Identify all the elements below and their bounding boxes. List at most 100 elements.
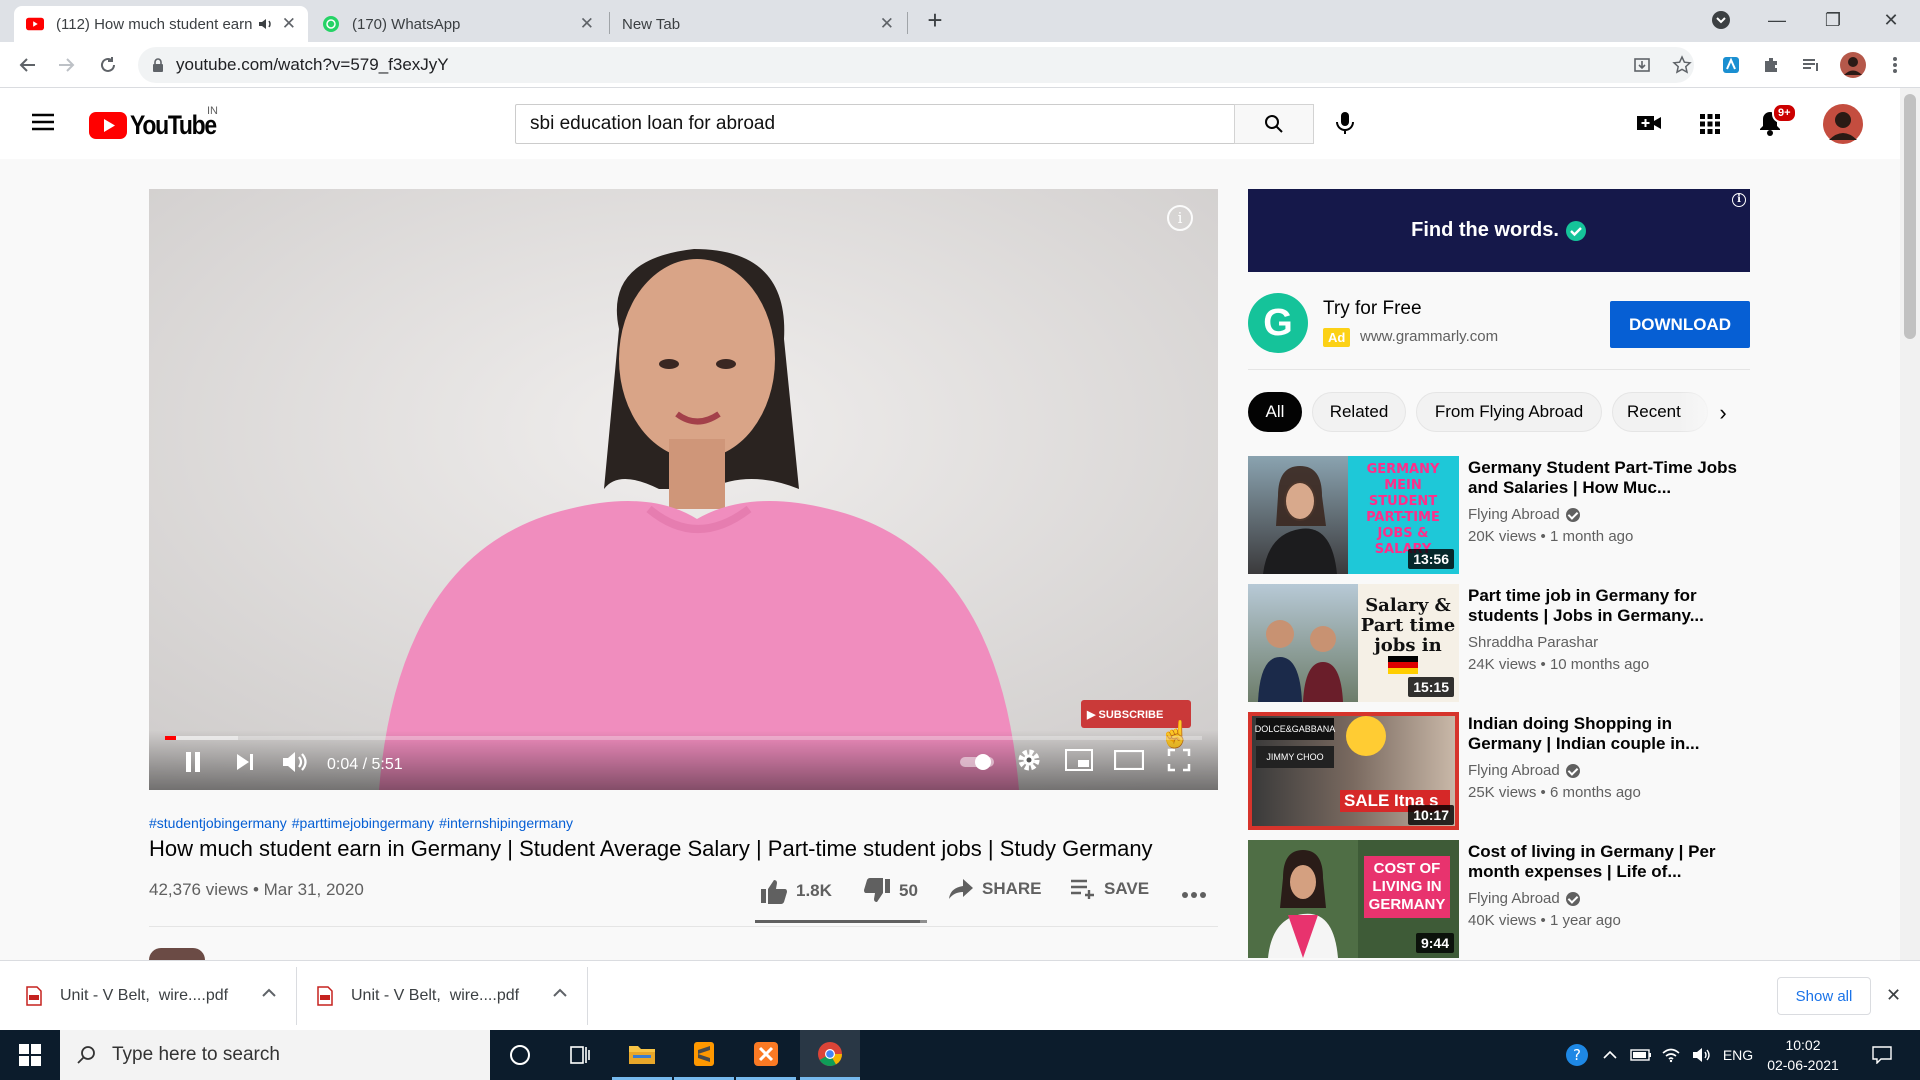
system-clock[interactable]: 10:02 02-06-2021: [1758, 1035, 1848, 1075]
chrome-icon: [818, 1041, 842, 1066]
media-queue-icon[interactable]: [1796, 50, 1826, 80]
download-item[interactable]: Unit - V Belt, wire....pdf: [317, 961, 587, 1031]
recommended-video[interactable]: GERMANY MEIN STUDENT PART-TIME JOBS & SA…: [1248, 456, 1750, 574]
sublime-text-button[interactable]: [674, 1030, 734, 1080]
close-tab-icon[interactable]: ✕: [880, 14, 894, 34]
ad-card[interactable]: G Try for Free Ad www.grammarly.com DOWN…: [1248, 288, 1750, 370]
settings-button[interactable]: [1011, 742, 1047, 778]
forward-arrow-icon[interactable]: [50, 49, 82, 81]
next-video-button[interactable]: [227, 744, 263, 780]
close-tab-icon[interactable]: ✕: [282, 14, 296, 34]
search-query-text: sbi education loan for abroad: [530, 113, 776, 134]
extensions-puzzle-icon[interactable]: [1756, 50, 1786, 80]
info-icon[interactable]: i: [1167, 205, 1193, 231]
download-item[interactable]: Unit - V Belt, wire....pdf: [26, 961, 296, 1031]
chips-next-chevron-icon[interactable]: ›: [1710, 400, 1736, 426]
extension-icon[interactable]: [1716, 50, 1746, 80]
channel-name[interactable]: Flying Abroad: [1468, 762, 1580, 779]
install-app-icon[interactable]: [1627, 50, 1657, 80]
pause-button[interactable]: [175, 744, 211, 780]
share-button[interactable]: SHARE: [948, 878, 1042, 900]
action-center-icon[interactable]: [1862, 1030, 1902, 1080]
more-actions-icon[interactable]: [1181, 886, 1207, 904]
progress-bar[interactable]: [165, 736, 1202, 740]
channel-name[interactable]: Shraddha Parashar: [1468, 634, 1598, 651]
lock-icon[interactable]: [152, 57, 164, 73]
help-icon[interactable]: ?: [1560, 1030, 1594, 1080]
download-options-chevron-icon[interactable]: [262, 985, 276, 1003]
volume-button[interactable]: [277, 744, 313, 780]
close-window-icon[interactable]: ✕: [1866, 4, 1916, 36]
tab-whatsapp[interactable]: (170) WhatsApp ✕: [310, 6, 606, 42]
profile-avatar[interactable]: [1838, 50, 1868, 80]
chip-all[interactable]: All: [1248, 392, 1302, 432]
audio-playing-icon[interactable]: [258, 17, 274, 31]
chrome-menu-icon[interactable]: [1880, 50, 1910, 80]
minimize-window-icon[interactable]: —: [1752, 4, 1802, 36]
close-downloads-shelf-icon[interactable]: ✕: [1886, 985, 1901, 1006]
tab-search-chevron-icon[interactable]: [1696, 4, 1746, 36]
channel-name[interactable]: Flying Abroad: [1468, 506, 1580, 523]
theater-mode-button[interactable]: [1111, 742, 1147, 778]
xampp-button[interactable]: [736, 1030, 796, 1080]
battery-icon[interactable]: [1626, 1030, 1656, 1080]
close-tab-icon[interactable]: ✕: [580, 14, 594, 34]
played-progress: [165, 736, 177, 740]
recommended-video[interactable]: Salary & Part time jobs in 15:15 Part ti…: [1248, 584, 1750, 702]
file-explorer-button[interactable]: [612, 1030, 672, 1080]
ad-domain: www.grammarly.com: [1360, 328, 1499, 345]
page-scrollbar[interactable]: [1900, 88, 1920, 960]
volume-tray-icon[interactable]: [1686, 1030, 1716, 1080]
chrome-button[interactable]: [800, 1030, 860, 1080]
ad-banner[interactable]: Find the words. i: [1248, 189, 1750, 272]
hashtag-link[interactable]: #studentjobingermany: [149, 815, 287, 831]
address-bar[interactable]: youtube.com/watch?v=579_f3exJyY: [138, 47, 1694, 83]
new-tab-plus-icon[interactable]: +: [910, 4, 960, 36]
video-thumbnail[interactable]: Salary & Part time jobs in 15:15: [1248, 584, 1459, 702]
video-thumbnail[interactable]: DOLCE&GABBANA JIMMY CHOO SALE Itna s 10:…: [1248, 712, 1459, 830]
hashtag-link[interactable]: #parttimejobingermany: [292, 815, 434, 831]
dislike-button[interactable]: 50: [863, 878, 918, 904]
show-all-downloads-button[interactable]: Show all: [1777, 977, 1871, 1015]
hashtag-link[interactable]: #internshipingermany: [439, 815, 573, 831]
search-input[interactable]: sbi education loan for abroad: [515, 104, 1235, 144]
task-view-button[interactable]: [550, 1030, 610, 1080]
video-thumbnail[interactable]: COST OF LIVING IN GERMANY 9:44: [1248, 840, 1459, 958]
video-thumbnail[interactable]: GERMANY MEIN STUDENT PART-TIME JOBS & SA…: [1248, 456, 1459, 574]
reload-icon[interactable]: [92, 49, 124, 81]
recommended-video[interactable]: DOLCE&GABBANA JIMMY CHOO SALE Itna s 10:…: [1248, 712, 1750, 830]
thumbnail-emoji: [1346, 716, 1386, 756]
cortana-button[interactable]: [490, 1030, 550, 1080]
search-button[interactable]: [1234, 104, 1314, 144]
input-language[interactable]: ENG: [1718, 1030, 1758, 1080]
bookmark-star-icon[interactable]: [1667, 50, 1697, 80]
miniplayer-button[interactable]: [1061, 742, 1097, 778]
wifi-icon[interactable]: [1656, 1030, 1686, 1080]
start-button[interactable]: [0, 1030, 60, 1080]
download-options-chevron-icon[interactable]: [553, 985, 567, 1003]
create-video-icon[interactable]: [1636, 113, 1662, 138]
tab-youtube[interactable]: (112) How much student earn ✕: [14, 6, 308, 42]
save-button[interactable]: SAVE: [1070, 878, 1149, 900]
fullscreen-button[interactable]: [1161, 742, 1197, 778]
channel-avatar[interactable]: [149, 948, 205, 960]
voice-search-mic-icon[interactable]: [1333, 110, 1357, 141]
like-button[interactable]: 1.8K: [760, 878, 832, 904]
show-hidden-icons-chevron-icon[interactable]: [1598, 1030, 1622, 1080]
recommended-video[interactable]: COST OF LIVING IN GERMANY 9:44 Cost of l…: [1248, 840, 1750, 958]
autoplay-toggle[interactable]: [957, 748, 997, 776]
ad-info-icon[interactable]: i: [1732, 193, 1746, 207]
video-player[interactable]: i ▶ SUBSCRIBE ☝ 0:04 / 5:51: [149, 189, 1218, 790]
back-arrow-icon[interactable]: [12, 49, 44, 81]
channel-name[interactable]: Flying Abroad: [1468, 890, 1580, 907]
apps-grid-icon[interactable]: [1699, 113, 1721, 140]
ad-download-button[interactable]: DOWNLOAD: [1610, 301, 1750, 348]
restore-window-icon[interactable]: ❐: [1808, 4, 1858, 36]
account-avatar[interactable]: [1822, 103, 1864, 150]
tab-new-tab[interactable]: New Tab ✕: [610, 6, 906, 42]
scrollbar-thumb[interactable]: [1904, 94, 1916, 339]
taskbar-search-box[interactable]: Type here to search: [60, 1030, 490, 1080]
chip-from-flying-abroad[interactable]: From Flying Abroad: [1416, 392, 1602, 432]
hamburger-menu-icon[interactable]: [30, 112, 56, 137]
chip-related[interactable]: Related: [1312, 392, 1406, 432]
